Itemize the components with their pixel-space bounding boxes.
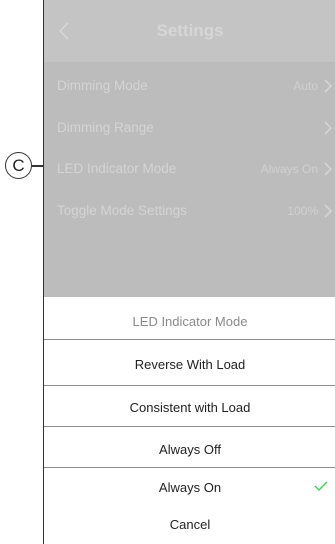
option-label: Consistent with Load: [129, 399, 251, 415]
settings-header: Settings: [44, 0, 335, 62]
settings-row-led-indicator-mode[interactable]: LED Indicator Mode Always On: [44, 155, 335, 183]
row-value: Auto: [293, 79, 318, 93]
row-label: Toggle Mode Settings: [57, 203, 187, 218]
callout-marker: C: [5, 152, 32, 179]
chevron-right-icon: [324, 121, 333, 135]
sheet-title: LED Indicator Mode: [132, 314, 248, 329]
option-always-off[interactable]: Always Off: [44, 429, 335, 469]
cancel-label: Cancel: [169, 516, 211, 532]
option-consistent-with-load[interactable]: Consistent with Load: [44, 387, 335, 427]
chevron-right-icon: [324, 204, 333, 218]
row-label: LED Indicator Mode: [57, 161, 177, 176]
action-sheet: LED Indicator Mode Reverse With Load Con…: [44, 297, 335, 544]
divider: [44, 339, 335, 340]
row-label: Dimming Range: [57, 120, 154, 135]
settings-row-dimming-mode[interactable]: Dimming Mode Auto: [44, 72, 335, 100]
option-label: Always On: [158, 479, 222, 495]
divider: [44, 385, 335, 386]
checkmark-icon: [314, 481, 328, 491]
option-always-on[interactable]: Always On: [44, 467, 335, 507]
page-title: Settings: [156, 21, 224, 40]
phone-screen: Settings Dimming Mode Auto Dimming Range…: [43, 0, 335, 544]
cancel-button[interactable]: Cancel: [44, 504, 335, 544]
option-label: Always Off: [159, 441, 221, 457]
option-reverse-with-load[interactable]: Reverse With Load: [44, 344, 335, 384]
callout-letter: C: [12, 155, 25, 175]
settings-row-dimming-range[interactable]: Dimming Range: [44, 114, 335, 142]
row-label: Dimming Mode: [57, 78, 148, 93]
row-value: Always On: [260, 162, 318, 176]
dimmed-settings-page: Settings Dimming Mode Auto Dimming Range…: [44, 0, 335, 297]
divider: [44, 426, 335, 427]
row-value: 100%: [287, 204, 318, 218]
chevron-right-icon: [324, 79, 333, 93]
chevron-right-icon: [324, 162, 333, 176]
settings-row-toggle-mode[interactable]: Toggle Mode Settings 100%: [44, 197, 335, 225]
option-label: Reverse With Load: [134, 356, 246, 372]
